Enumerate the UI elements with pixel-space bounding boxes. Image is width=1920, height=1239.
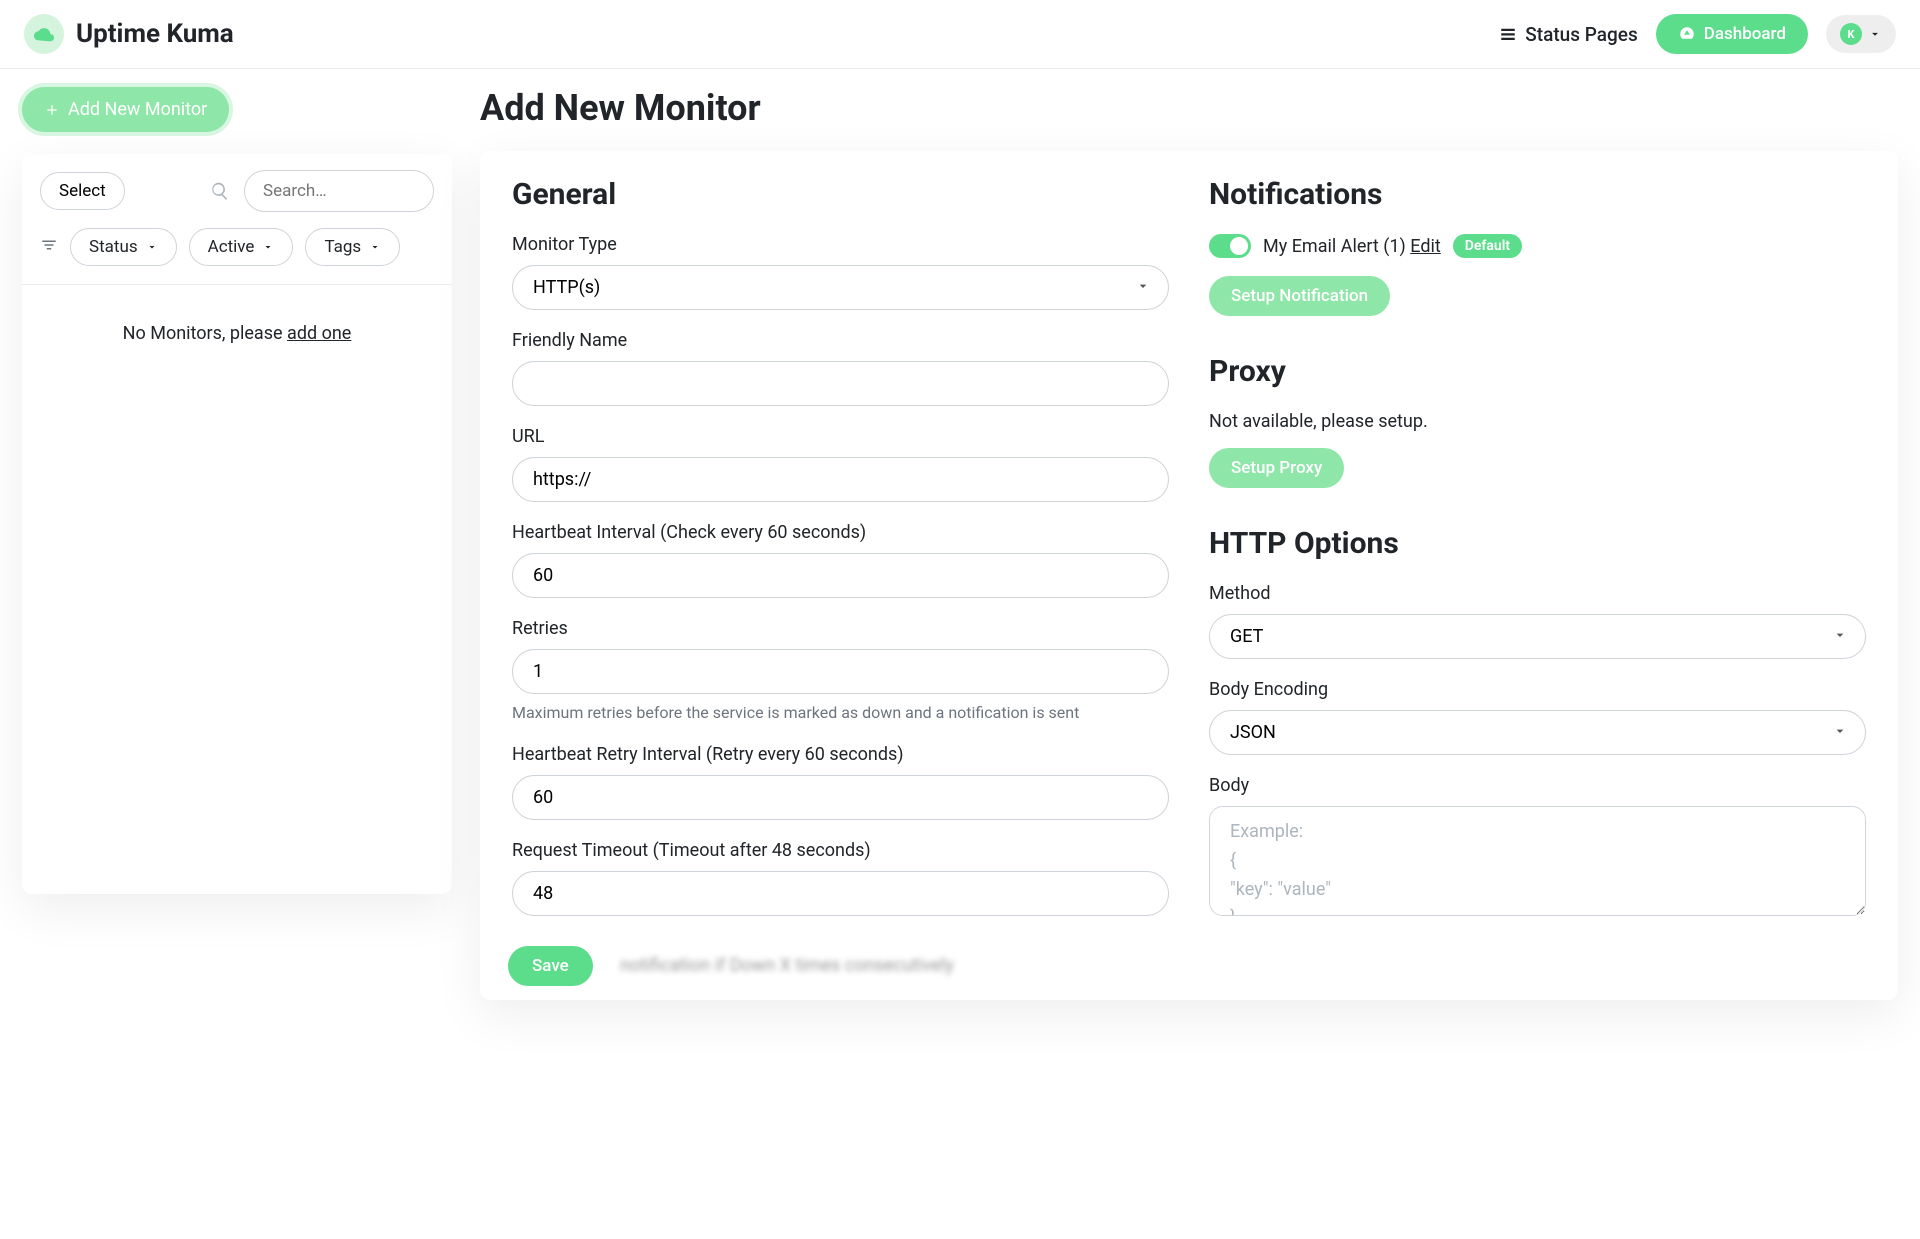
header-right: Status Pages Dashboard K <box>1499 14 1896 54</box>
empty-monitors-message: No Monitors, please add one <box>22 285 452 382</box>
notification-toggle[interactable] <box>1209 234 1251 258</box>
sidebar-top-row: Select <box>22 154 452 224</box>
select-button[interactable]: Select <box>40 172 125 210</box>
user-menu[interactable]: K <box>1826 15 1896 53</box>
app-header: Uptime Kuma Status Pages Dashboard K <box>0 0 1920 69</box>
monitor-type-label: Monitor Type <box>512 234 1169 255</box>
layout: Add New Monitor Select Status Active <box>0 69 1920 1018</box>
page-title: Add New Monitor <box>480 87 1898 129</box>
brand[interactable]: Uptime Kuma <box>24 14 234 54</box>
retries-help: Maximum retries before the service is ma… <box>512 702 1169 724</box>
filter-active[interactable]: Active <box>189 228 294 266</box>
heartbeat-interval-input[interactable] <box>512 553 1169 598</box>
body-encoding-group: Body Encoding <box>1209 679 1866 755</box>
body-group: Body <box>1209 775 1866 920</box>
search-input[interactable] <box>244 170 434 212</box>
filter-row: Status Active Tags <box>22 224 452 285</box>
cloud-logo-icon <box>33 23 55 45</box>
brand-title: Uptime Kuma <box>76 19 234 49</box>
filter-tags[interactable]: Tags <box>305 228 400 266</box>
general-column: General Monitor Type Friendly Name URL <box>512 177 1169 940</box>
chevron-down-icon <box>369 241 381 253</box>
tachometer-icon <box>1678 25 1696 43</box>
setup-proxy-button[interactable]: Setup Proxy <box>1209 448 1344 488</box>
retries-input[interactable] <box>512 649 1169 694</box>
retry-interval-label: Heartbeat Retry Interval (Retry every 60… <box>512 744 1169 765</box>
http-options-heading: HTTP Options <box>1209 526 1866 561</box>
proxy-not-available: Not available, please setup. <box>1209 411 1866 432</box>
setup-notification-button[interactable]: Setup Notification <box>1209 276 1390 316</box>
brand-logo <box>24 14 64 54</box>
save-button[interactable]: Save <box>508 946 593 986</box>
default-badge: Default <box>1453 234 1522 258</box>
http-options-section: HTTP Options Method Body Encoding <box>1209 526 1866 920</box>
filter-status[interactable]: Status <box>70 228 177 266</box>
monitor-type-group: Monitor Type <box>512 234 1169 310</box>
search-icon <box>210 181 230 201</box>
retry-interval-input[interactable] <box>512 775 1169 820</box>
timeout-group: Request Timeout (Timeout after 48 second… <box>512 840 1169 916</box>
proxy-heading: Proxy <box>1209 354 1866 389</box>
timeout-label: Request Timeout (Timeout after 48 second… <box>512 840 1169 861</box>
retries-label: Retries <box>512 618 1169 639</box>
retry-interval-group: Heartbeat Retry Interval (Retry every 60… <box>512 744 1169 820</box>
sort-icon[interactable] <box>40 236 58 259</box>
dashboard-label: Dashboard <box>1704 24 1786 44</box>
monitor-type-select[interactable] <box>512 265 1169 310</box>
add-new-monitor-label: Add New Monitor <box>68 99 207 120</box>
status-pages-link[interactable]: Status Pages <box>1499 23 1637 46</box>
dashboard-button[interactable]: Dashboard <box>1656 14 1808 54</box>
general-heading: General <box>512 177 1169 212</box>
chevron-down-icon <box>146 241 158 253</box>
friendly-name-input[interactable] <box>512 361 1169 406</box>
monitor-list-card: Select Status Active Tags <box>22 154 452 894</box>
main: Add New Monitor General Monitor Type Fri… <box>480 87 1898 1000</box>
notification-row: My Email Alert (1) Edit Default <box>1209 234 1866 258</box>
method-select[interactable] <box>1209 614 1866 659</box>
body-encoding-select[interactable] <box>1209 710 1866 755</box>
retries-group: Retries Maximum retries before the servi… <box>512 618 1169 724</box>
sidebar: Add New Monitor Select Status Active <box>22 87 452 1000</box>
friendly-name-label: Friendly Name <box>512 330 1169 351</box>
add-one-link[interactable]: add one <box>287 323 351 344</box>
url-input[interactable] <box>512 457 1169 502</box>
plus-icon <box>44 102 60 118</box>
edit-notification-link[interactable]: Edit <box>1410 236 1440 257</box>
url-label: URL <box>512 426 1169 447</box>
list-icon <box>1499 25 1517 43</box>
notification-label: My Email Alert (1) Edit <box>1263 236 1441 257</box>
heartbeat-interval-group: Heartbeat Interval (Check every 60 secon… <box>512 522 1169 598</box>
right-column: Notifications My Email Alert (1) Edit De… <box>1209 177 1866 940</box>
timeout-input[interactable] <box>512 871 1169 916</box>
avatar: K <box>1840 23 1862 45</box>
chevron-down-icon <box>1868 27 1882 41</box>
method-label: Method <box>1209 583 1866 604</box>
friendly-name-group: Friendly Name <box>512 330 1169 406</box>
content-card: General Monitor Type Friendly Name URL <box>480 151 1898 1000</box>
body-textarea[interactable] <box>1209 806 1866 916</box>
notifications-heading: Notifications <box>1209 177 1866 212</box>
heartbeat-interval-label: Heartbeat Interval (Check every 60 secon… <box>512 522 1169 543</box>
body-label: Body <box>1209 775 1866 796</box>
url-group: URL <box>512 426 1169 502</box>
proxy-section: Proxy Not available, please setup. Setup… <box>1209 354 1866 488</box>
status-pages-label: Status Pages <box>1525 23 1637 46</box>
body-encoding-label: Body Encoding <box>1209 679 1866 700</box>
method-group: Method <box>1209 583 1866 659</box>
chevron-down-icon <box>262 241 274 253</box>
add-new-monitor-button[interactable]: Add New Monitor <box>22 87 229 132</box>
blurred-text: notification if Down X times consecutive… <box>620 955 954 976</box>
